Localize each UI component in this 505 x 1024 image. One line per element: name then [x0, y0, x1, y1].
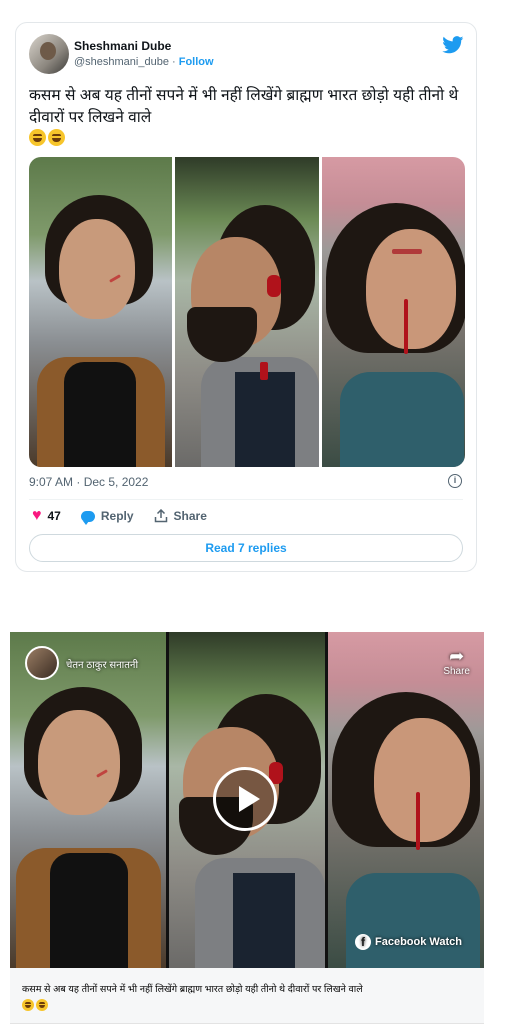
grinning-face-emoji: [29, 129, 46, 146]
tweet-actions: ♥ 47 Reply Share: [32, 507, 227, 525]
author-name[interactable]: Sheshmani Dube: [74, 39, 171, 53]
reply-button[interactable]: Reply: [80, 509, 134, 525]
share-button[interactable]: Share: [154, 509, 207, 523]
video-frame-young-woman: [328, 632, 484, 968]
photo-bearded-man[interactable]: [175, 157, 319, 467]
facebook-video-card: चेतन ठाकुर सनातनी ➦ Share f Facebook Wat…: [10, 632, 484, 1024]
video-caption: कसम से अब यह तीनों सपने में भी नहीं लिखे…: [22, 984, 363, 995]
page-avatar[interactable]: [25, 646, 59, 680]
speech-bubble-icon: [80, 510, 95, 525]
info-icon[interactable]: i: [448, 474, 462, 488]
tweet-emoji-row: [29, 129, 65, 146]
video-caption-bar: कसम से अब यह तीनों सपने में भी नहीं लिखे…: [10, 968, 484, 1024]
author-handle[interactable]: @sheshmani_dube: [74, 56, 169, 68]
grinning-face-emoji: [36, 999, 48, 1011]
separator: ·: [168, 56, 179, 68]
video-share-button[interactable]: ➦ Share: [443, 646, 470, 677]
tweet-timestamp[interactable]: 9:07 AM · Dec 5, 2022: [29, 475, 148, 489]
heart-icon: ♥: [32, 507, 42, 524]
facebook-watch-label: Facebook Watch: [375, 936, 462, 948]
twitter-bird-icon[interactable]: [442, 36, 464, 54]
grinning-face-emoji: [48, 129, 65, 146]
author-avatar[interactable]: [29, 34, 69, 74]
like-count: 47: [47, 509, 61, 523]
facebook-logo-icon: f: [355, 934, 371, 950]
divider: [29, 499, 463, 500]
caption-emoji-row: [22, 999, 48, 1011]
grinning-face-emoji: [22, 999, 34, 1011]
page-name[interactable]: चेतन ठाकुर सनातनी: [66, 657, 138, 671]
follow-button[interactable]: Follow: [179, 56, 214, 68]
video-share-label: Share: [443, 666, 470, 677]
photo-young-man[interactable]: [29, 157, 173, 467]
tweet-text: कसम से अब यह तीनों सपने में भी नहीं लिखे…: [29, 87, 459, 126]
photo-young-woman[interactable]: [321, 157, 465, 467]
tweet-photo-grid: [29, 157, 465, 467]
reply-label: Reply: [100, 509, 134, 523]
read-replies-button[interactable]: Read 7 replies: [29, 534, 463, 562]
share-label: Share: [173, 509, 207, 523]
author-handle-row: @sheshmani_dube · Follow: [74, 56, 214, 68]
play-icon[interactable]: [213, 767, 277, 831]
tweet-card: Sheshmani Dube @sheshmani_dube · Follow …: [15, 22, 477, 572]
video-frame-young-man: [10, 632, 166, 968]
facebook-watch-link[interactable]: f Facebook Watch: [355, 934, 462, 950]
share-upload-icon: [154, 509, 167, 523]
share-arrow-icon: ➦: [449, 646, 465, 666]
like-button[interactable]: ♥ 47: [32, 507, 61, 524]
